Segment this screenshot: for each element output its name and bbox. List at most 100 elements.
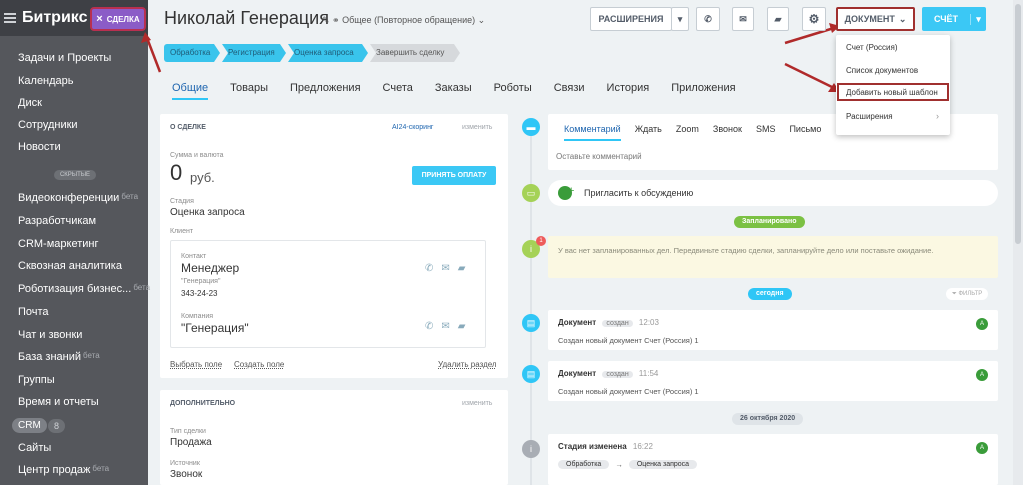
chevron-down-icon[interactable]: ▾ [970, 13, 986, 25]
sidebar-item-groups[interactable]: Группы [18, 374, 55, 386]
tab-call[interactable]: Звонок [713, 124, 742, 141]
tab-general[interactable]: Общие [172, 82, 209, 100]
stage-finish[interactable]: Завершить сделку [370, 44, 460, 62]
sidebar-item-analytics[interactable]: Сквозная аналитика [18, 260, 122, 272]
stage-processing[interactable]: Обработка [164, 44, 220, 62]
chat-icon: ▭ [522, 184, 540, 202]
sidebar-item-label: Чат и звонки [18, 329, 83, 341]
tab-history[interactable]: История [607, 82, 650, 100]
avatar[interactable]: А [976, 318, 988, 330]
tab-invoices[interactable]: Счета [383, 82, 413, 100]
planned-card: У вас нет запланированных дел. Передвинь… [548, 236, 998, 278]
sidebar-item-calendar[interactable]: Календарь [18, 75, 74, 87]
funnel-selector[interactable]: ✎ ⚭ Общее (Повторное обращение) ⌄ [322, 15, 485, 26]
scrollbar-thumb[interactable] [1015, 4, 1021, 244]
sidebar-item-robots[interactable]: Роботизация бизнес... бета [18, 283, 150, 295]
settings-button[interactable]: ⚙ [802, 7, 826, 31]
filter-button[interactable]: ⏷ ФИЛЬТР [946, 288, 989, 300]
scrollbar[interactable] [1013, 0, 1023, 485]
phone-icon[interactable]: ✆ [425, 321, 433, 332]
create-field-link[interactable]: Создать поле [234, 360, 284, 369]
event-badge: создан [602, 371, 633, 378]
planned-text: У вас нет запланированных дел. Передвинь… [558, 246, 934, 255]
event-text[interactable]: Создан новый документ Счет (Россия) 1 [558, 336, 699, 345]
delete-section-link[interactable]: Удалить раздел [438, 360, 497, 369]
sidebar: Битрикс Задачи и Проекты Календарь Диск … [0, 0, 150, 485]
envelope-icon[interactable]: ✉ [441, 321, 449, 332]
tab-zoom[interactable]: Zoom [676, 124, 699, 141]
arrow-right-icon: → [615, 460, 623, 469]
email-button[interactable]: ✉ [732, 7, 754, 31]
logo[interactable]: Битрикс [22, 9, 87, 27]
tab-apps[interactable]: Приложения [671, 82, 735, 100]
edit-icon[interactable]: ✎ ⚭ [322, 15, 342, 25]
sidebar-item-time[interactable]: Время и отчеты [18, 396, 99, 408]
stage-registration[interactable]: Регистрация [222, 44, 286, 62]
change-link[interactable]: изменить [462, 124, 492, 131]
bill-button[interactable]: СЧЁТ ▾ [922, 7, 986, 31]
avatar[interactable]: А [976, 442, 988, 454]
tab-robots[interactable]: Роботы [494, 82, 532, 100]
event-text[interactable]: Создан новый документ Счет (Россия) 1 [558, 387, 699, 396]
sidebar-item-sites[interactable]: Сайты [18, 442, 51, 454]
company-name[interactable]: "Генерация" [181, 321, 249, 335]
timeline-line [530, 124, 532, 485]
menu-icon[interactable] [4, 11, 16, 25]
sidebar-item-developers[interactable]: Разработчикам [18, 215, 96, 227]
sidebar-item-crm[interactable]: CRM [12, 418, 47, 433]
sidebar-item-tasks[interactable]: Задачи и Проекты [18, 52, 111, 64]
change-link[interactable]: изменить [462, 400, 492, 407]
stage-change-detail: Обработка → Оценка запроса [558, 460, 698, 469]
extensions-button[interactable]: РАСШИРЕНИЯ [590, 7, 672, 31]
menu-item-extensions[interactable]: Расширения [846, 112, 893, 121]
contact-label: Контакт [181, 253, 207, 260]
accept-payment-button[interactable]: ПРИНЯТЬ ОПЛАТУ [412, 166, 496, 185]
chat-icon[interactable]: ▰ [458, 321, 466, 332]
avatar[interactable]: А [976, 369, 988, 381]
event-header: Документ создан 12:03 [558, 318, 659, 327]
sidebar-item-mail[interactable]: Почта [18, 306, 49, 318]
tab-products[interactable]: Товары [230, 82, 268, 100]
stage-evaluation[interactable]: Оценка запроса [288, 44, 368, 62]
sidebar-item-news[interactable]: Новости [18, 141, 61, 153]
invite-card[interactable]: + Пригласить к обсуждению [548, 180, 998, 206]
sidebar-item-label: Время и отчеты [18, 396, 99, 408]
document-icon: ▤ [522, 365, 540, 383]
tab-wait[interactable]: Ждать [635, 124, 662, 141]
tab-comment[interactable]: Комментарий [564, 124, 621, 141]
tab-offers[interactable]: Предложения [290, 82, 361, 100]
source-label: Источник [170, 460, 200, 467]
menu-item-invoice[interactable]: Счет (Россия) [846, 43, 898, 52]
deal-type-value: Продажа [170, 437, 212, 448]
comment-input[interactable]: Оставьте комментарий [556, 152, 642, 161]
hidden-items-divider[interactable]: СКРЫТЫЕ [54, 170, 96, 180]
document-button[interactable]: ДОКУМЕНТ ⌄ [836, 7, 915, 31]
sidebar-item-employees[interactable]: Сотрудники [18, 119, 78, 131]
chat-button[interactable]: ▰ [767, 7, 789, 31]
filter-label: ФИЛЬТР [958, 291, 983, 297]
tab-orders[interactable]: Заказы [435, 82, 472, 100]
deal-close-pill[interactable]: × СДЕЛКА [90, 7, 146, 31]
extensions-dropdown[interactable]: ▾ [671, 7, 689, 31]
envelope-icon[interactable]: ✉ [441, 263, 449, 274]
tab-email[interactable]: Письмо [789, 124, 821, 141]
menu-item-add-template[interactable]: Добавить новый шаблон [846, 88, 938, 97]
phone-button[interactable]: ✆ [696, 7, 720, 31]
tab-links[interactable]: Связи [554, 82, 585, 100]
chat-icon[interactable]: ▰ [458, 263, 466, 274]
menu-item-document-list[interactable]: Список документов [846, 66, 918, 75]
sidebar-item-crm-marketing[interactable]: CRM-маркетинг [18, 238, 98, 250]
crm-counter: 8 [48, 419, 66, 433]
sidebar-item-sales-center[interactable]: Центр продаж бета [18, 464, 109, 476]
comment-icon: ▬ [522, 118, 540, 136]
sidebar-item-video[interactable]: Видеоконференции бета [18, 192, 138, 204]
sidebar-item-knowledge[interactable]: База знаний бета [18, 351, 100, 363]
sidebar-item-disk[interactable]: Диск [18, 97, 42, 109]
tab-sms[interactable]: SMS [756, 124, 776, 141]
event-time: 12:03 [638, 318, 659, 327]
select-field-link[interactable]: Выбрать поле [170, 360, 222, 369]
sidebar-item-chat[interactable]: Чат и звонки [18, 329, 82, 341]
contact-name[interactable]: Менеджер [181, 261, 239, 275]
phone-icon[interactable]: ✆ [425, 263, 433, 274]
scoring-link[interactable]: AI24-скоринг [392, 124, 434, 131]
